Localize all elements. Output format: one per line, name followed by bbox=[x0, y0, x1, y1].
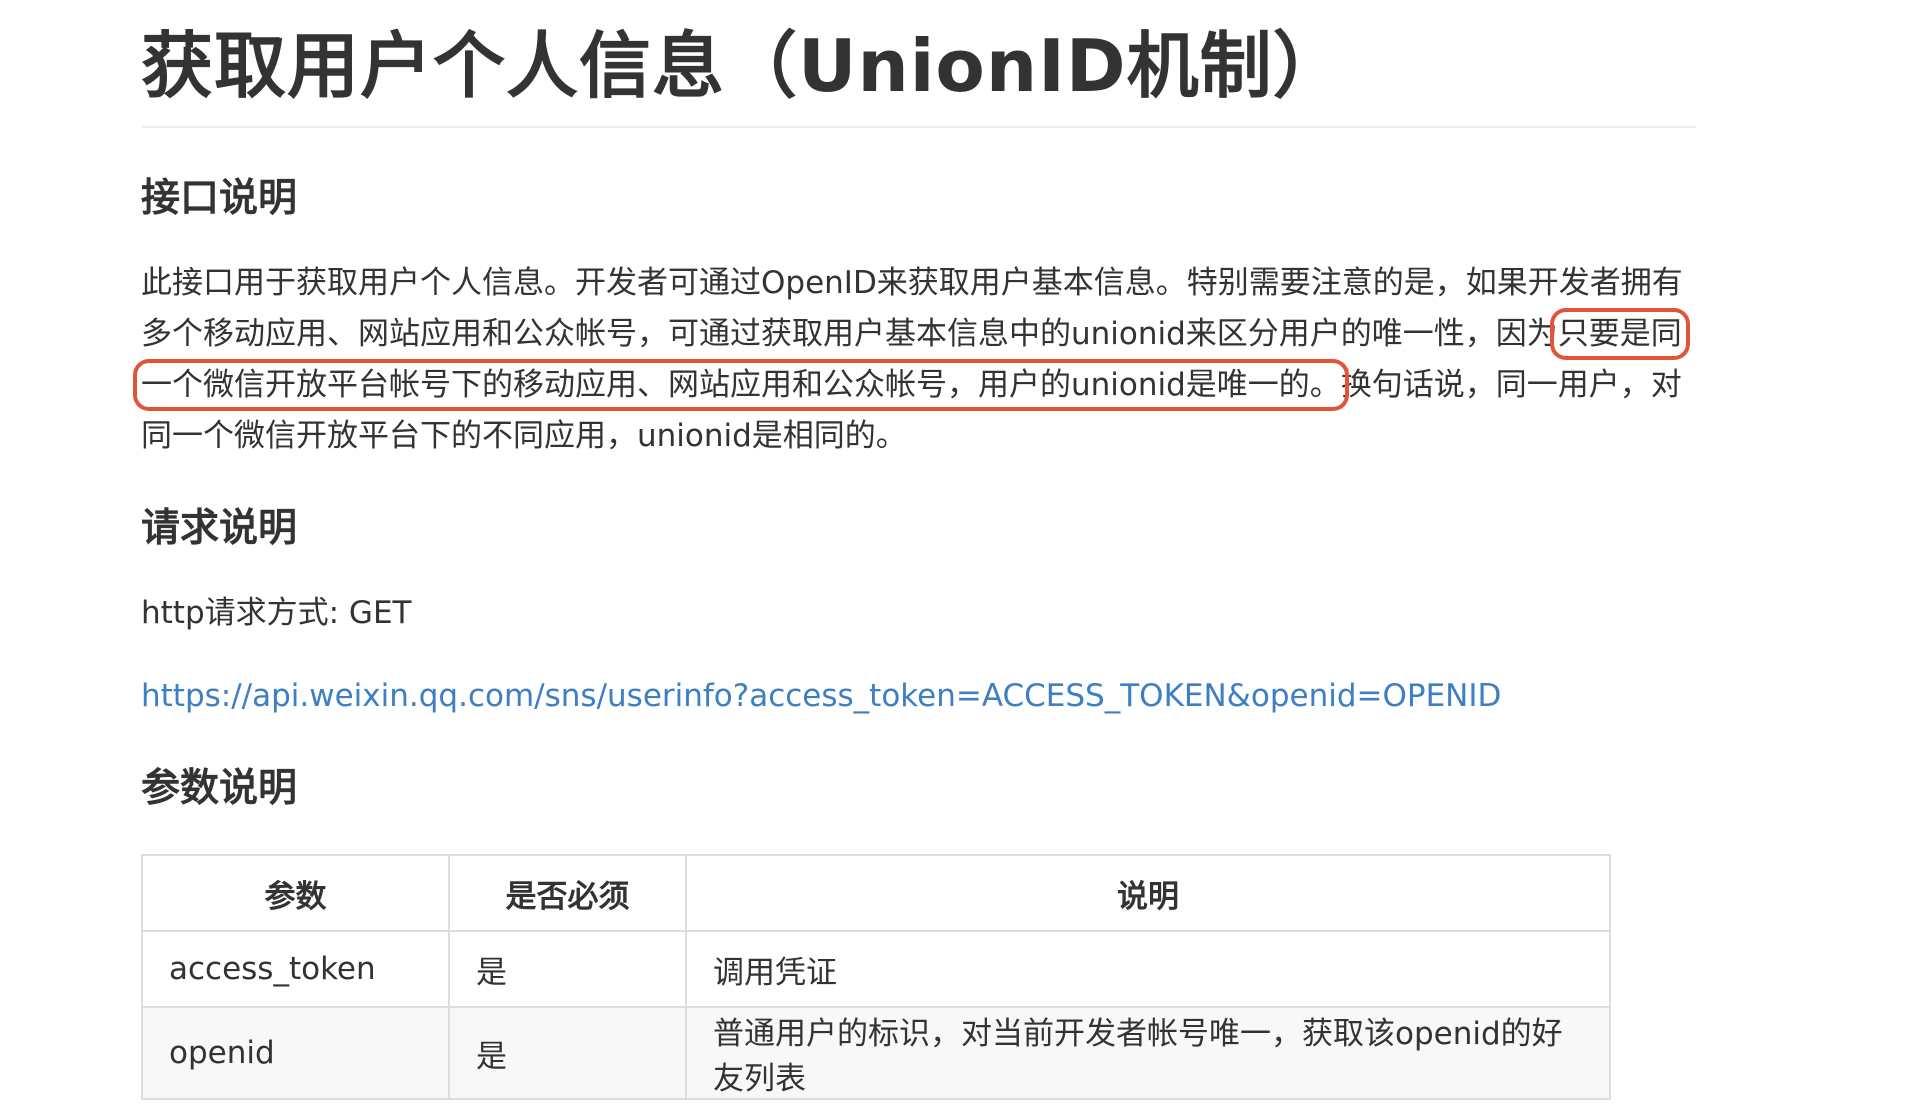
section-heading-params: 参数说明 bbox=[141, 766, 298, 811]
table-row: openid 是 普通用户的标识，对当前开发者帐号唯一，获取该openid的好友… bbox=[141, 1006, 1611, 1100]
request-url-link[interactable]: https://api.weixin.qq.com/sns/userinfo?a… bbox=[141, 671, 1701, 722]
description-text-before: 此接口用于获取用户个人信息。开发者可通过OpenID来获取用户基本信息。特别需要… bbox=[141, 265, 1683, 352]
header-description: 说明 bbox=[685, 854, 1611, 932]
params-table: 参数 是否必须 说明 access_token 是 调用凭证 openid 是 … bbox=[141, 854, 1611, 1100]
table-header-row: 参数 是否必须 说明 bbox=[141, 854, 1611, 932]
cell-required: 是 bbox=[448, 1006, 687, 1100]
section-heading-request: 请求说明 bbox=[141, 506, 298, 551]
request-method: http请求方式: GET bbox=[141, 595, 412, 631]
doc-content: 获取用户个人信息（UnionID机制） 接口说明 此接口用于获取用户个人信息。开… bbox=[133, 0, 1701, 1100]
title-divider bbox=[141, 126, 1696, 128]
interface-description: 此接口用于获取用户个人信息。开发者可通过OpenID来获取用户基本信息。特别需要… bbox=[133, 258, 1690, 462]
header-param: 参数 bbox=[141, 854, 450, 932]
cell-description: 普通用户的标识，对当前开发者帐号唯一，获取该openid的好友列表 bbox=[685, 1006, 1611, 1100]
cell-description: 调用凭证 bbox=[685, 930, 1611, 1008]
cell-param-name: openid bbox=[141, 1006, 450, 1100]
cell-param-name: access_token bbox=[141, 930, 450, 1008]
page-title: 获取用户个人信息（UnionID机制） bbox=[141, 24, 1346, 108]
cell-required: 是 bbox=[448, 930, 687, 1008]
section-heading-interface: 接口说明 bbox=[141, 176, 298, 221]
header-required: 是否必须 bbox=[448, 854, 687, 932]
table-row: access_token 是 调用凭证 bbox=[141, 930, 1611, 1008]
